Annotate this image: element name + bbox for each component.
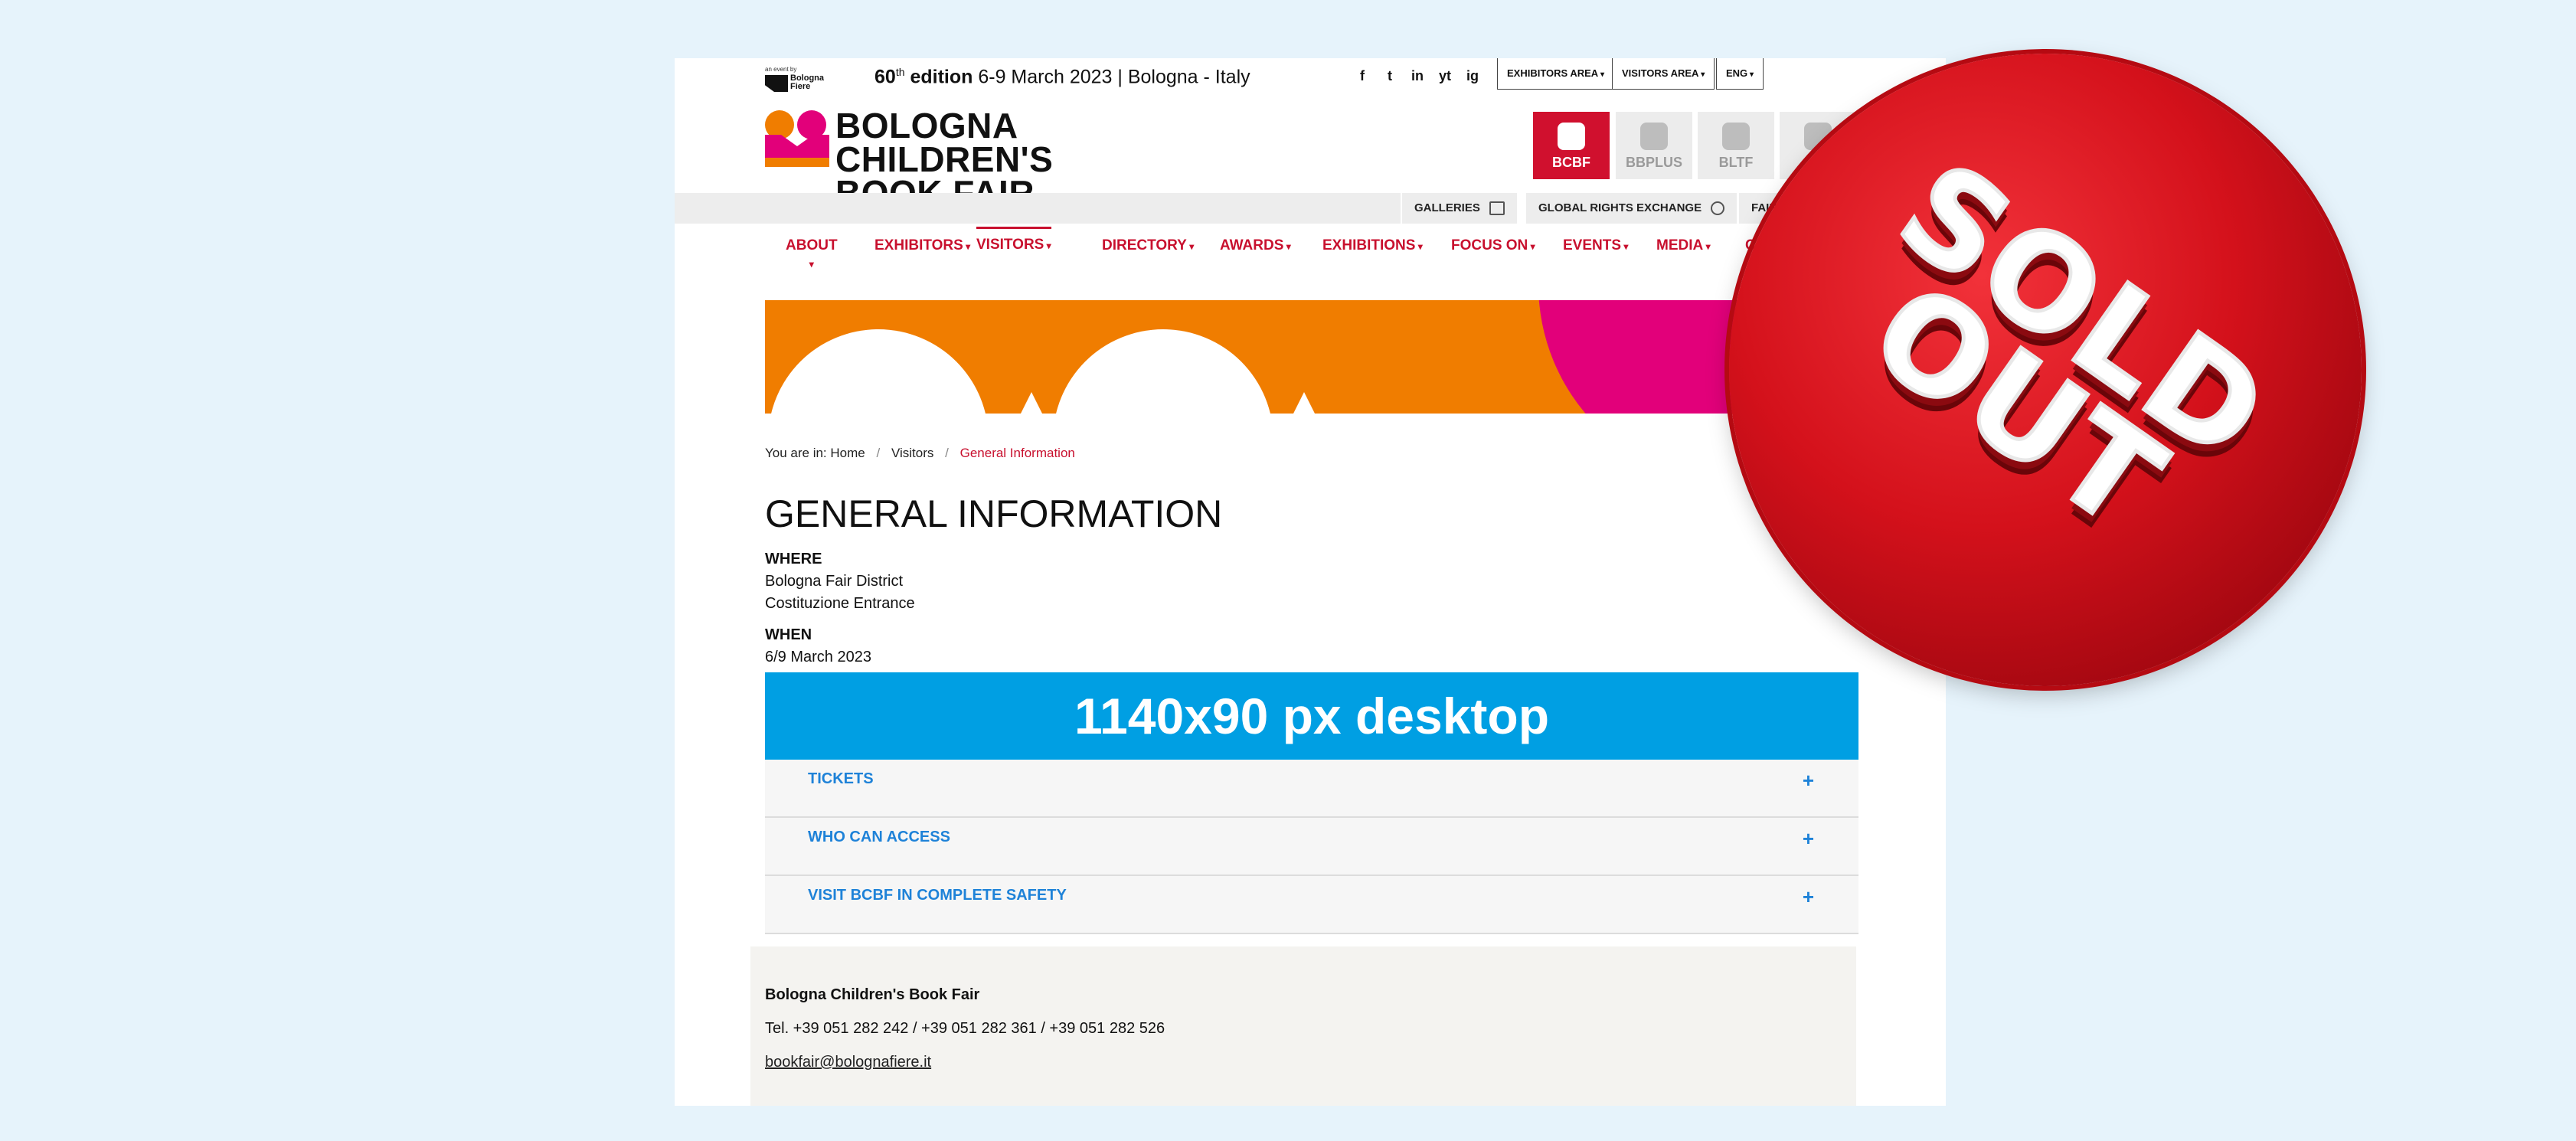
linkedin-icon[interactable]: in <box>1409 67 1426 84</box>
web-page: an event by Bologna Fiere 60th edition 6… <box>675 58 1946 1106</box>
galleries-button[interactable]: GALLERIES <box>1402 193 1517 224</box>
nav-media[interactable]: MEDIA <box>1656 237 1711 254</box>
event-info: WHERE Bologna Fair District Costituzione… <box>765 548 915 669</box>
where-line-2: Costituzione Entrance <box>765 595 915 612</box>
footer-org-name: Bologna Children's Book Fair <box>765 986 980 1003</box>
edition-dates: 6-9 March 2023 | Bologna - Italy <box>978 66 1250 88</box>
plus-icon: + <box>1802 827 1814 850</box>
footer-phone: Tel. +39 051 282 242 / +39 051 282 361 /… <box>765 1020 1165 1037</box>
when-label: WHEN <box>765 626 812 643</box>
bcbf-logo[interactable]: BOLOGNA CHILDREN'S BOOK FAIR <box>765 108 1240 211</box>
facebook-icon[interactable]: f <box>1354 67 1371 84</box>
breadcrumb: You are in: Home / Visitors / General In… <box>765 446 1075 460</box>
visitors-area-dropdown[interactable]: VISITORS AREA <box>1612 58 1715 90</box>
tile-bbplus[interactable]: BBPLUS <box>1616 112 1692 179</box>
bolognafiere-logo[interactable]: an event by Bologna Fiere <box>765 66 835 93</box>
chevron-down-icon: ▾ <box>809 259 814 270</box>
tile-bltf[interactable]: BLTF <box>1698 112 1774 179</box>
nav-about[interactable]: ABOUT ▾ <box>786 237 838 270</box>
ad-banner[interactable]: 1140x90 px desktop <box>765 672 1858 760</box>
nav-visitors[interactable]: VISITORS <box>976 227 1051 253</box>
event-by-label: an event by <box>765 66 797 73</box>
sold-out-sticker: SOLD OUT <box>1729 54 2362 686</box>
edition-number: 60 <box>874 66 896 88</box>
bltf-icon <box>1722 123 1750 150</box>
accordion-title: TICKETS <box>808 770 874 787</box>
nav-events[interactable]: EVENTS <box>1563 237 1628 254</box>
accordion-title: VISIT BCBF IN COMPLETE SAFETY <box>808 887 1067 904</box>
bcbf-logo-mark <box>765 109 829 170</box>
twitter-icon[interactable]: t <box>1381 67 1398 84</box>
tile-bcbf[interactable]: BCBF <box>1533 112 1610 179</box>
hero-banner <box>765 300 1858 414</box>
instagram-icon[interactable]: ig <box>1464 67 1481 84</box>
edition-word: edition <box>910 66 973 88</box>
language-dropdown[interactable]: ENG <box>1716 58 1764 90</box>
accordion-title: WHO CAN ACCESS <box>808 829 950 845</box>
breadcrumb-current: General Information <box>959 446 1075 460</box>
breadcrumb-home[interactable]: Home <box>830 446 865 460</box>
accordion-safety[interactable]: VISIT BCBF IN COMPLETE SAFETY + <box>765 876 1858 934</box>
secondary-bar <box>675 193 1401 224</box>
bolognafiere-name: Bologna Fiere <box>790 74 824 91</box>
gallery-icon <box>1489 201 1505 216</box>
nav-exhibitions[interactable]: EXHIBITIONS <box>1322 237 1423 254</box>
nav-awards[interactable]: AWARDS <box>1220 237 1291 254</box>
accordion-tickets[interactable]: TICKETS + <box>765 760 1858 818</box>
bcbf-icon <box>1558 123 1585 150</box>
nav-exhibitors[interactable]: EXHIBITORS <box>874 237 970 254</box>
where-label: WHERE <box>765 551 822 567</box>
bolognafiere-icon <box>765 75 788 92</box>
global-rights-exchange-button[interactable]: GLOBAL RIGHTS EXCHANGE <box>1526 193 1737 224</box>
edition-info: 60th edition 6-9 March 2023 | Bologna - … <box>874 66 1250 88</box>
when-value: 6/9 March 2023 <box>765 649 871 665</box>
globe-icon <box>1711 201 1725 216</box>
breadcrumb-prefix: You are in: <box>765 446 827 460</box>
edition-suffix: th <box>895 66 905 78</box>
sold-out-text: SOLD OUT <box>1844 132 2296 561</box>
accordion-who-can-access[interactable]: WHO CAN ACCESS + <box>765 818 1858 876</box>
top-bar: an event by Bologna Fiere 60th edition 6… <box>675 58 1946 98</box>
breadcrumb-visitors[interactable]: Visitors <box>891 446 933 460</box>
where-line-1: Bologna Fair District <box>765 573 904 590</box>
footer: Bologna Children's Book Fair Tel. +39 05… <box>750 946 1856 1106</box>
plus-icon: + <box>1802 769 1814 792</box>
social-links: f t in yt ig <box>1354 67 1481 84</box>
page-title: GENERAL INFORMATION <box>765 492 1223 535</box>
bbplus-icon <box>1640 123 1668 150</box>
footer-email-link[interactable]: bookfair@bolognafiere.it <box>765 1054 931 1071</box>
nav-directory[interactable]: DIRECTORY <box>1102 237 1194 254</box>
nav-focus-on[interactable]: FOCUS ON <box>1451 237 1535 254</box>
youtube-icon[interactable]: yt <box>1437 67 1453 84</box>
exhibitors-area-dropdown[interactable]: EXHIBITORS AREA <box>1497 58 1614 90</box>
plus-icon: + <box>1802 885 1814 908</box>
